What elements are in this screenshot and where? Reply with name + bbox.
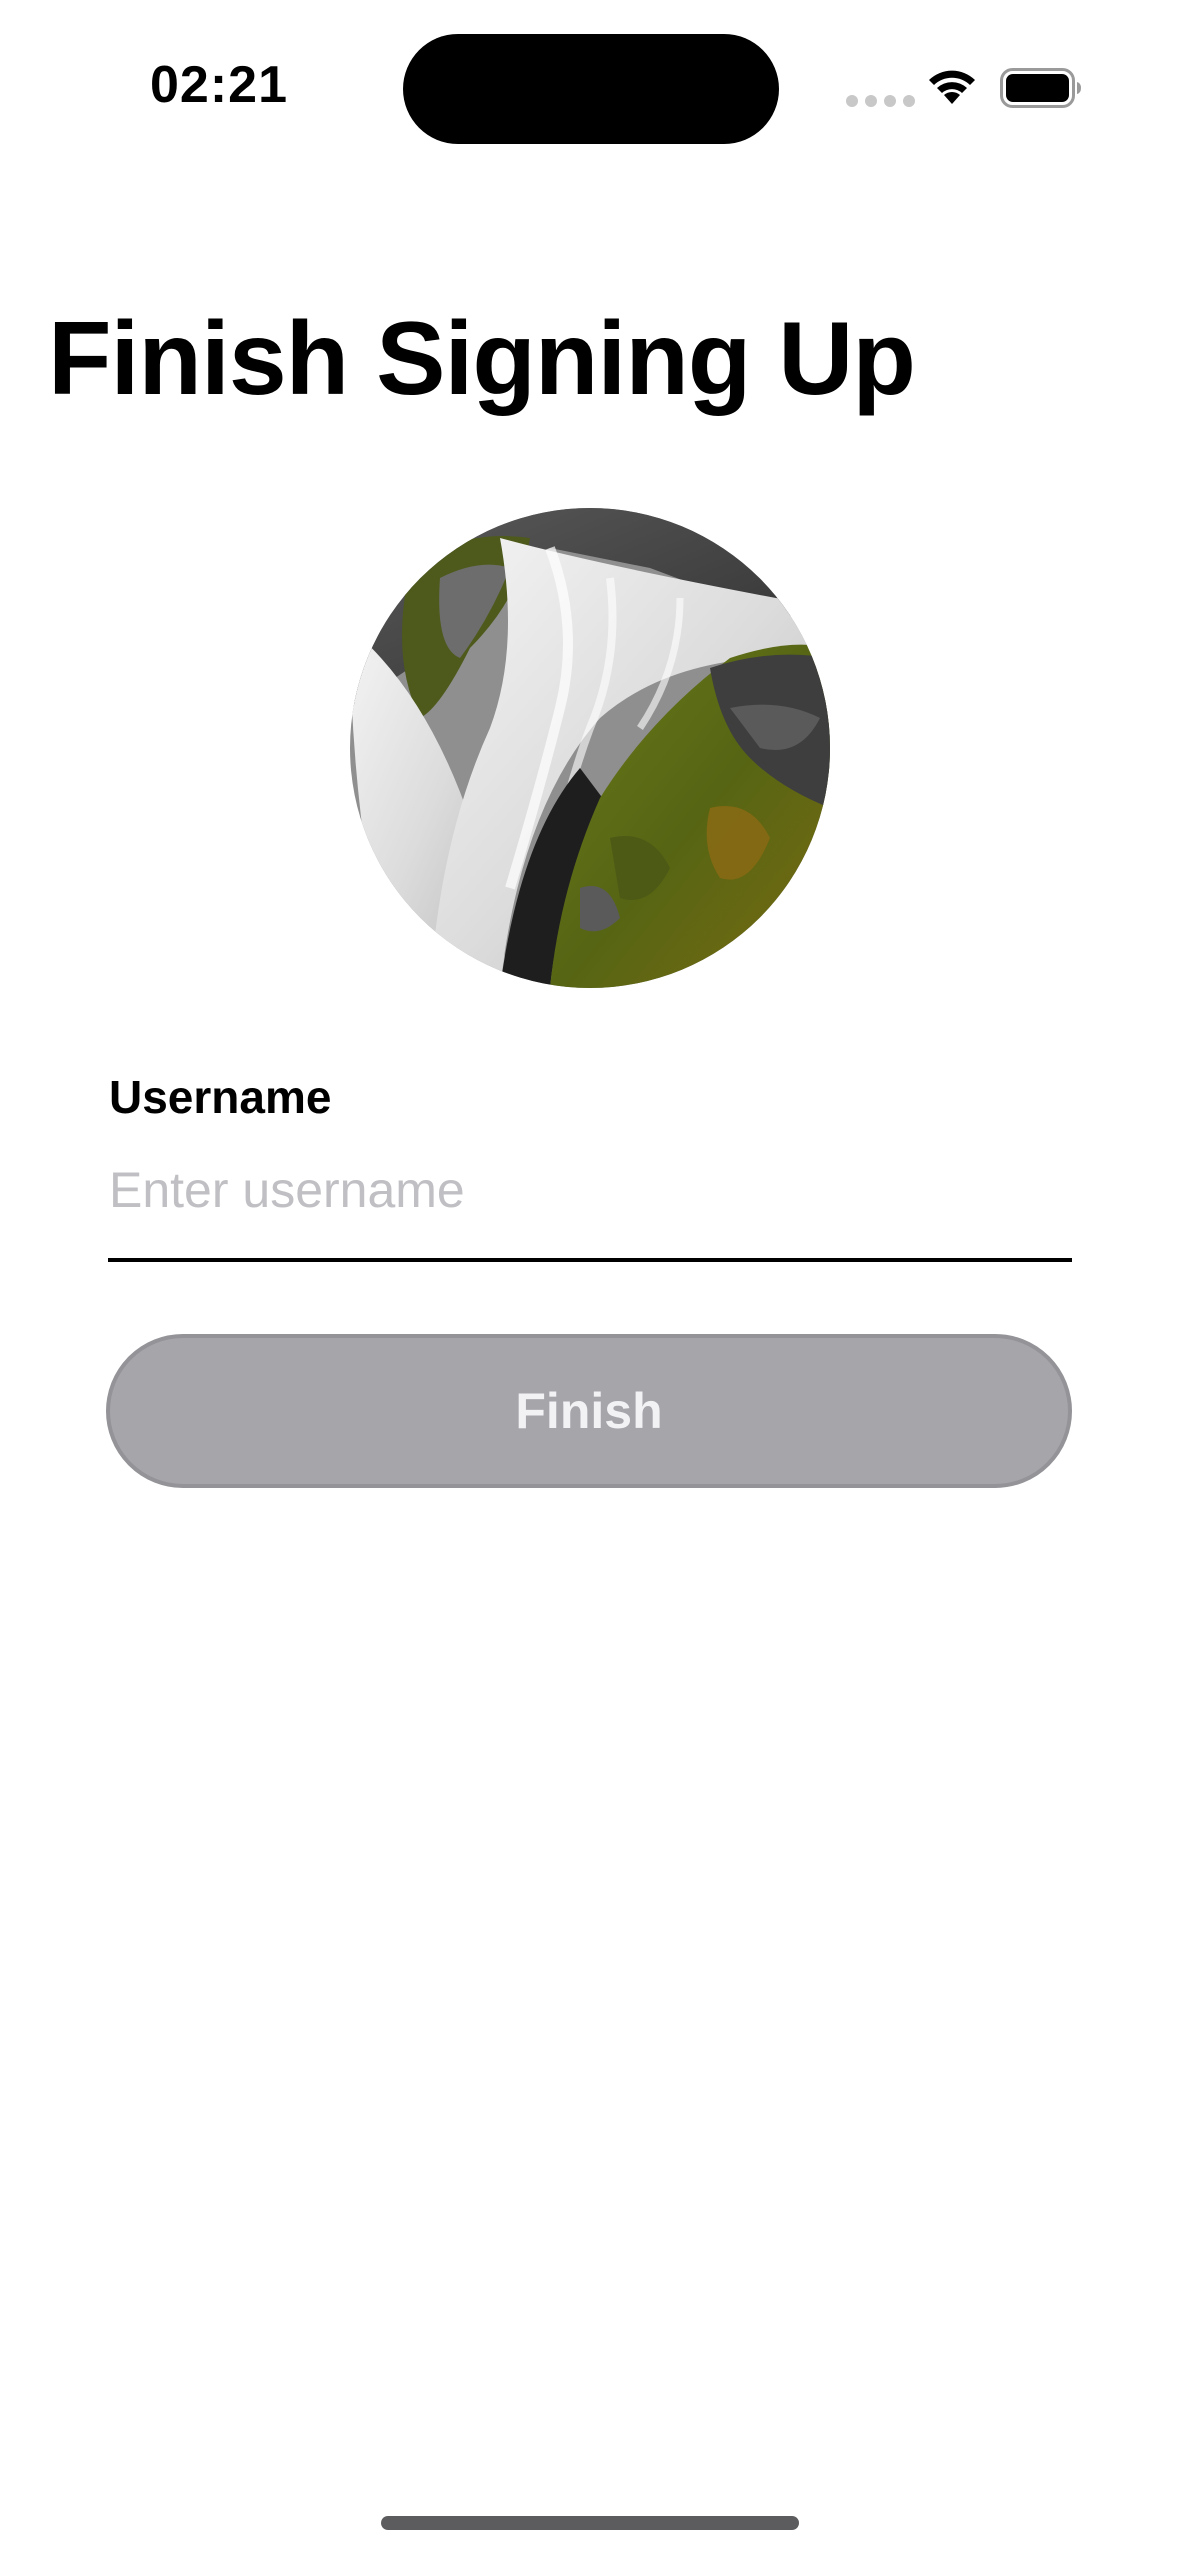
finish-button[interactable]: Finish	[106, 1334, 1072, 1488]
profile-photo-waterfall	[350, 508, 830, 988]
home-indicator[interactable]	[381, 2516, 799, 2530]
dynamic-island	[403, 34, 779, 144]
username-label: Username	[109, 1071, 332, 1123]
avatar[interactable]	[350, 508, 830, 988]
battery-icon	[1000, 68, 1081, 108]
username-input[interactable]	[109, 1150, 1069, 1230]
wifi-icon	[929, 70, 975, 104]
cellular-signal-icon	[846, 95, 915, 107]
page-title: Finish Signing Up	[48, 301, 916, 417]
username-underline	[108, 1258, 1072, 1262]
status-time: 02:21	[150, 56, 288, 114]
